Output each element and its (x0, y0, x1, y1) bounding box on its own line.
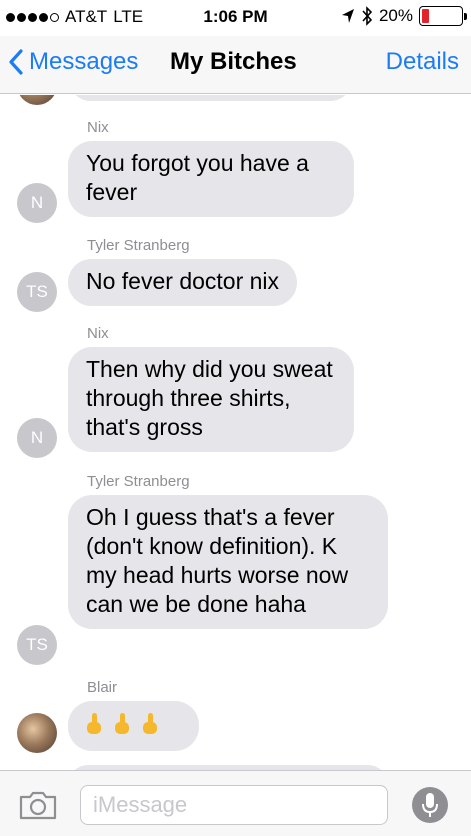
message-text: Oh I guess that's a fever (don't know de… (86, 504, 349, 617)
battery-icon (419, 6, 467, 26)
sender-name: Nix (87, 119, 109, 136)
message-text: No fever doctor nix (86, 268, 280, 294)
conversation-title: My Bitches (170, 48, 297, 75)
avatar (17, 95, 57, 105)
message-thread[interactable]: Nix You forgot you have a fever N Tyler … (0, 95, 471, 770)
navigation-bar: Messages My Bitches Details (0, 36, 471, 94)
status-bar: AT&T LTE 1:06 PM 20% (0, 0, 471, 36)
message-bubble[interactable]: You forgot you have a fever (68, 141, 354, 217)
status-right: 20% (341, 6, 467, 26)
microphone-button[interactable] (412, 787, 448, 823)
sender-name: Blair (87, 679, 118, 696)
compose-bar (0, 770, 471, 836)
message-text: Then why did you sweat through three shi… (86, 356, 333, 440)
pointing-up-hand-icon (142, 713, 158, 735)
avatar: TS (17, 625, 57, 665)
sender-name: Nix (87, 325, 109, 342)
message-input[interactable] (80, 785, 388, 825)
location-arrow-icon (341, 9, 354, 23)
camera-button[interactable] (18, 789, 58, 821)
bluetooth-icon (362, 6, 373, 26)
message-bubble-partial (68, 95, 353, 101)
details-button[interactable]: Details (386, 48, 459, 76)
message-text: You forgot you have a fever (86, 150, 309, 205)
battery-percent: 20% (378, 6, 413, 25)
avatar: N (17, 418, 57, 458)
message-bubble[interactable]: Oh I guess that's a fever (don't know de… (68, 495, 388, 629)
pointing-up-hand-icon (86, 713, 102, 735)
message-bubble[interactable] (68, 701, 199, 751)
message-bubble[interactable]: No fever doctor nix (68, 259, 298, 306)
avatar: N (17, 183, 57, 223)
sender-name: Tyler Stranberg (87, 473, 190, 490)
avatar: TS (17, 272, 57, 312)
chevron-left-icon (9, 49, 23, 75)
emoji-row (86, 713, 181, 735)
battery-level-fill (422, 9, 429, 23)
avatar (17, 713, 57, 753)
message-bubble[interactable]: Then why did you sweat through three shi… (68, 347, 354, 452)
camera-icon (19, 791, 57, 820)
back-button-label: Messages (29, 48, 139, 75)
sender-name: Tyler Stranberg (87, 237, 190, 254)
microphone-icon (422, 793, 438, 817)
back-button[interactable]: Messages (8, 48, 138, 76)
pointing-up-hand-icon (114, 713, 130, 735)
